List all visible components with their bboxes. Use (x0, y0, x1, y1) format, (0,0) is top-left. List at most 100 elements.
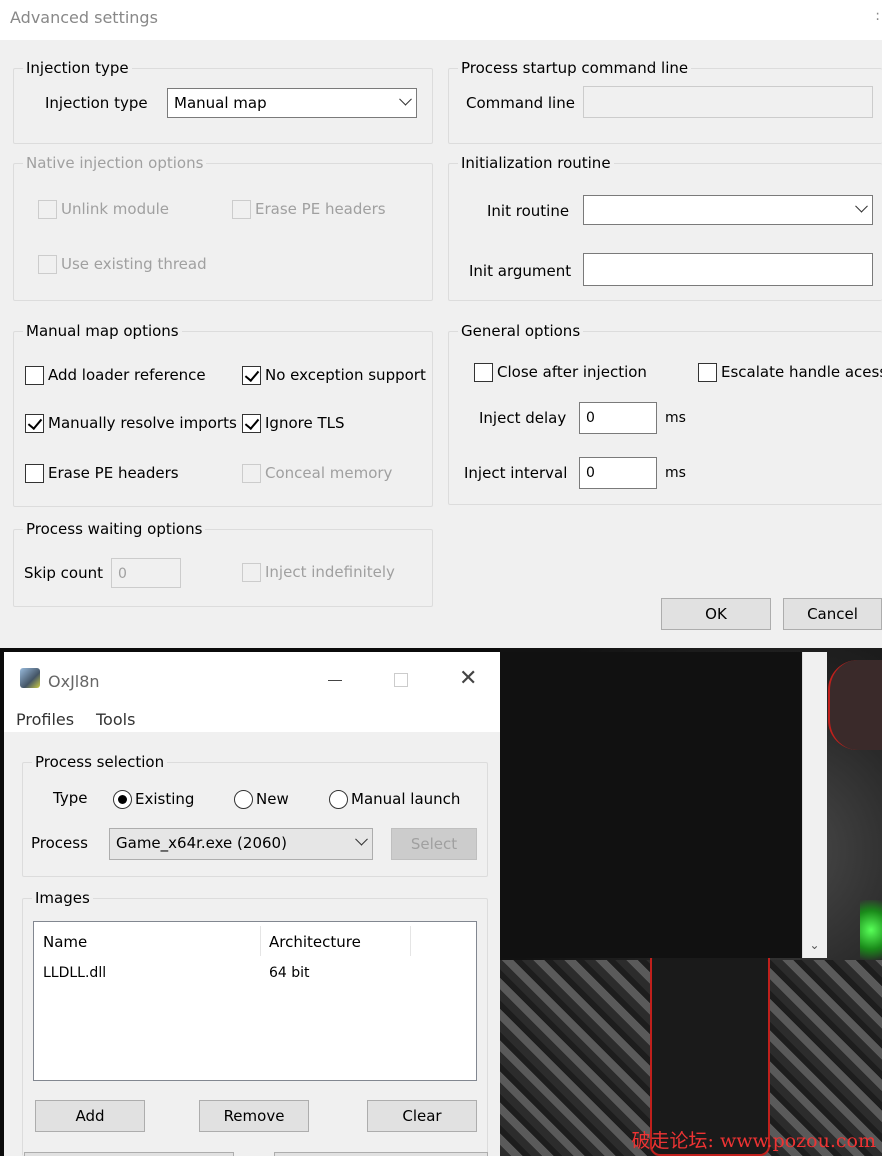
add-loader-reference-checkbox[interactable]: Add loader reference (25, 364, 206, 386)
type-existing-radio[interactable]: Existing (113, 788, 194, 810)
escalate-handle-access-checkbox[interactable]: Escalate handle acess (698, 361, 882, 383)
skip-count-input[interactable]: 0 (111, 558, 181, 588)
images-list[interactable]: Name Architecture LLDLL.dll 64 bit (33, 921, 477, 1081)
inject-delay-input[interactable]: 0 (579, 402, 657, 434)
watermark: 破走论坛: www.pozou.com (631, 1130, 876, 1152)
window-title: OxJl8n (48, 672, 100, 691)
remove-button[interactable]: Remove (199, 1100, 309, 1132)
column-header-name[interactable]: Name (43, 932, 87, 952)
type-manual-launch-radio[interactable]: Manual launch (329, 788, 460, 810)
checkbox-label: Ignore TLS (265, 414, 345, 432)
checkbox-label: Inject indefinitely (265, 563, 395, 581)
column-separator[interactable] (260, 926, 261, 956)
process-dropdown[interactable]: Game_x64r.exe (2060) (109, 828, 373, 860)
list-header: Name Architecture (34, 922, 476, 956)
checkbox-label: Manually resolve imports (48, 414, 237, 432)
checkbox-box (474, 362, 493, 382)
group-label: Injection type (23, 58, 132, 78)
checkbox-box-checked (242, 365, 261, 385)
checkbox-label: Close after injection (497, 363, 647, 381)
scrollbar[interactable] (802, 652, 827, 958)
checkbox-box (25, 365, 44, 385)
erase-pe-headers-manual-checkbox[interactable]: Erase PE headers (25, 462, 179, 484)
ok-button[interactable]: OK (661, 598, 771, 630)
checkbox-label: Add loader reference (48, 366, 206, 384)
menu-tools[interactable]: Tools (96, 710, 135, 729)
startup-command-group: Process startup command line Command lin… (448, 58, 882, 144)
injector-window: OxJl8n ✕ Profiles Tools Process selectio… (4, 652, 500, 1156)
group-label: Images (32, 888, 93, 908)
checkbox-box (698, 362, 717, 382)
green-light (860, 900, 882, 960)
use-existing-thread-checkbox[interactable]: Use existing thread (38, 253, 207, 275)
injection-type-value: Manual map (174, 94, 267, 112)
bottom-button-right[interactable] (274, 1152, 488, 1156)
command-line-input[interactable] (583, 86, 873, 118)
type-new-radio[interactable]: New (234, 788, 289, 810)
close-icon[interactable]: : (875, 8, 880, 24)
init-routine-group: Initialization routine Init routine Init… (448, 153, 882, 301)
manually-resolve-imports-checkbox[interactable]: Manually resolve imports (25, 412, 237, 434)
no-exception-support-checkbox[interactable]: No exception support (242, 364, 426, 386)
injection-type-dropdown[interactable]: Manual map (167, 88, 417, 118)
image-architecture: 64 bit (269, 965, 310, 981)
inject-interval-input[interactable]: 0 (579, 457, 657, 489)
advanced-settings-body: Injection type Injection type Manual map… (0, 40, 882, 648)
process-label: Process (31, 834, 88, 852)
cancel-button[interactable]: Cancel (783, 598, 882, 630)
close-after-injection-checkbox[interactable]: Close after injection (474, 361, 647, 383)
game-character-head (828, 660, 882, 750)
radio-label: Existing (135, 790, 195, 808)
advanced-settings-titlebar: Advanced settings : (0, 0, 882, 40)
init-routine-dropdown[interactable] (583, 195, 873, 225)
inject-delay-label: Inject delay (479, 409, 567, 427)
process-value: Game_x64r.exe (2060) (116, 834, 287, 852)
dialog-title: Advanced settings (10, 8, 158, 27)
clear-button[interactable]: Clear (367, 1100, 477, 1132)
init-routine-label: Init routine (487, 202, 570, 220)
inject-interval-unit: ms (665, 465, 686, 481)
unlink-module-checkbox[interactable]: Unlink module (38, 198, 169, 220)
manual-map-group: Manual map options Add loader reference … (13, 321, 433, 507)
checkbox-label: Escalate handle acess (721, 363, 882, 381)
checkbox-box-checked (242, 413, 261, 433)
group-label: Initialization routine (458, 153, 614, 173)
group-label: Process waiting options (23, 519, 206, 539)
checkbox-box (38, 254, 57, 274)
chevron-down-icon (855, 199, 868, 213)
radio-dot-selected (113, 789, 132, 809)
type-label: Type (53, 789, 88, 807)
group-label: Manual map options (23, 321, 182, 341)
chevron-down-icon (355, 832, 368, 846)
column-separator[interactable] (410, 926, 411, 956)
ignore-tls-checkbox[interactable]: Ignore TLS (242, 412, 345, 434)
conceal-memory-checkbox[interactable]: Conceal memory (242, 462, 392, 484)
select-button[interactable]: Select (391, 828, 477, 860)
menu-profiles[interactable]: Profiles (16, 710, 74, 729)
checkbox-box (242, 562, 261, 582)
checkbox-label: Unlink module (61, 200, 169, 218)
init-argument-input[interactable] (583, 253, 873, 286)
close-icon[interactable]: ✕ (459, 666, 477, 691)
list-item[interactable]: LLDLL.dll 64 bit (34, 960, 476, 986)
column-header-architecture[interactable]: Architecture (269, 932, 361, 952)
minimize-icon[interactable] (328, 680, 342, 681)
group-label: Process selection (32, 752, 168, 772)
erase-pe-headers-native-checkbox[interactable]: Erase PE headers (232, 198, 386, 220)
radio-label: New (256, 790, 289, 808)
group-label: Native injection options (23, 153, 207, 173)
add-button[interactable]: Add (35, 1100, 145, 1132)
inject-interval-label: Inject interval (464, 464, 568, 482)
radio-dot (234, 789, 253, 809)
chevron-down-icon (399, 92, 412, 106)
black-panel (500, 652, 802, 958)
process-waiting-group: Process waiting options Skip count 0 Inj… (13, 519, 433, 607)
scroll-down-icon[interactable]: ⌄ (802, 932, 827, 958)
checkbox-box (242, 463, 261, 483)
init-argument-label: Init argument (469, 262, 572, 280)
bottom-button-left[interactable] (24, 1152, 234, 1156)
checkbox-label: Conceal memory (265, 464, 393, 482)
injector-titlebar: OxJl8n ✕ (4, 652, 500, 710)
inject-indefinitely-checkbox[interactable]: Inject indefinitely (242, 561, 395, 583)
maximize-icon[interactable] (394, 673, 408, 687)
